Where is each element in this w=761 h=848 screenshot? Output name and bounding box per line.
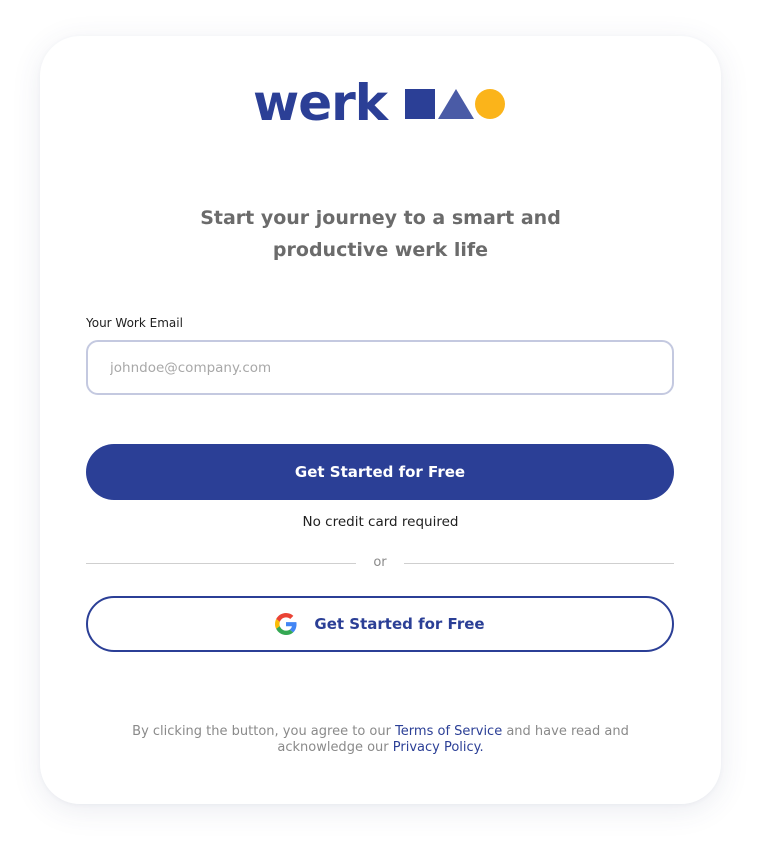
logo-shapes (405, 87, 507, 119)
legal-notice: By clicking the button, you agree to our… (100, 724, 661, 756)
google-button-label: Get Started for Free (314, 615, 485, 633)
privacy-policy-link[interactable]: Privacy Policy. (393, 740, 484, 755)
logo-shapes-icon (405, 89, 506, 119)
terms-of-service-link[interactable]: Terms of Service (395, 724, 502, 739)
triangle-icon (438, 89, 475, 119)
email-label: Your Work Email (86, 316, 183, 330)
get-started-button[interactable]: Get Started for Free (86, 444, 674, 500)
headline-line-2: productive werk life (272, 239, 489, 261)
divider-left (86, 563, 356, 564)
google-signup-button[interactable]: Get Started for Free (86, 596, 674, 652)
page-title: Start your journey to a smart and produc… (40, 202, 721, 266)
divider-right (404, 563, 674, 564)
logo-wordmark: werk (253, 74, 388, 132)
google-icon (275, 613, 297, 635)
divider-or-text: or (373, 555, 387, 570)
square-icon (405, 89, 436, 119)
legal-prefix: By clicking the button, you agree to our (132, 724, 391, 739)
signup-card: werk Start your journey to a smart and p… (40, 36, 721, 804)
circle-icon (475, 89, 506, 119)
no-credit-card-note: No credit card required (302, 514, 459, 530)
email-field[interactable] (86, 340, 674, 395)
headline-line-1: Start your journey to a smart and (200, 207, 561, 229)
werk-logo: werk (253, 74, 507, 132)
